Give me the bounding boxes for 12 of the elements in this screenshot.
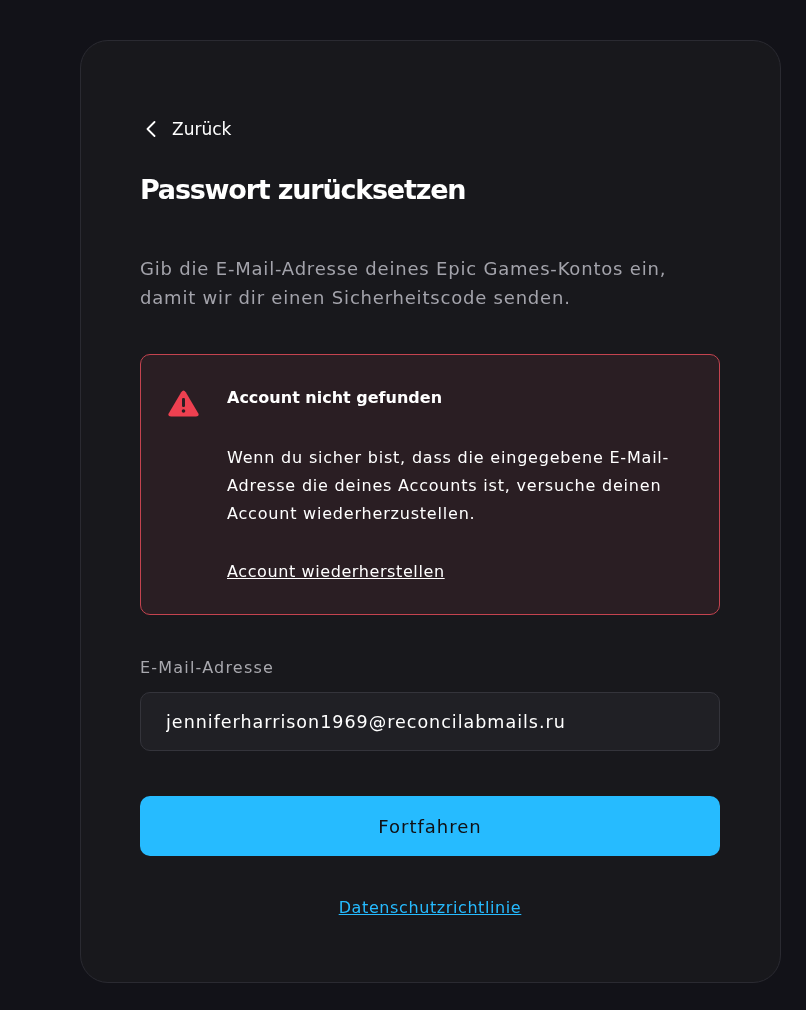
alert-title: Account nicht gefunden	[227, 387, 444, 409]
description-text: Gib die E-Mail-Adresse deines Epic Games-Kontos ein, damit wir dir einen Sicherheitscode senden.	[140, 257, 668, 310]
privacy-policy-link[interactable]: Datenschutzrichtlinie	[338, 896, 522, 920]
continue-button[interactable]: Fortfahren	[140, 796, 720, 856]
email-input[interactable]: jenniferharrison1969@reconcilabmails.ru	[140, 692, 720, 751]
page-title: Passwort zurücksetzen	[140, 173, 467, 207]
warning-icon	[168, 390, 199, 417]
back-button[interactable]: Zurück	[140, 117, 232, 141]
email-label: E-Mail-Adresse	[140, 657, 275, 679]
recover-account-link[interactable]: Account wiederherstellen	[227, 560, 445, 584]
chevron-left-icon	[146, 121, 156, 137]
alert-message: Wenn du sicher bist, dass die eingegebene E-Mail-Adresse die deines Accounts ist, versuche deinen Account wiederherzustellen.	[227, 447, 671, 525]
